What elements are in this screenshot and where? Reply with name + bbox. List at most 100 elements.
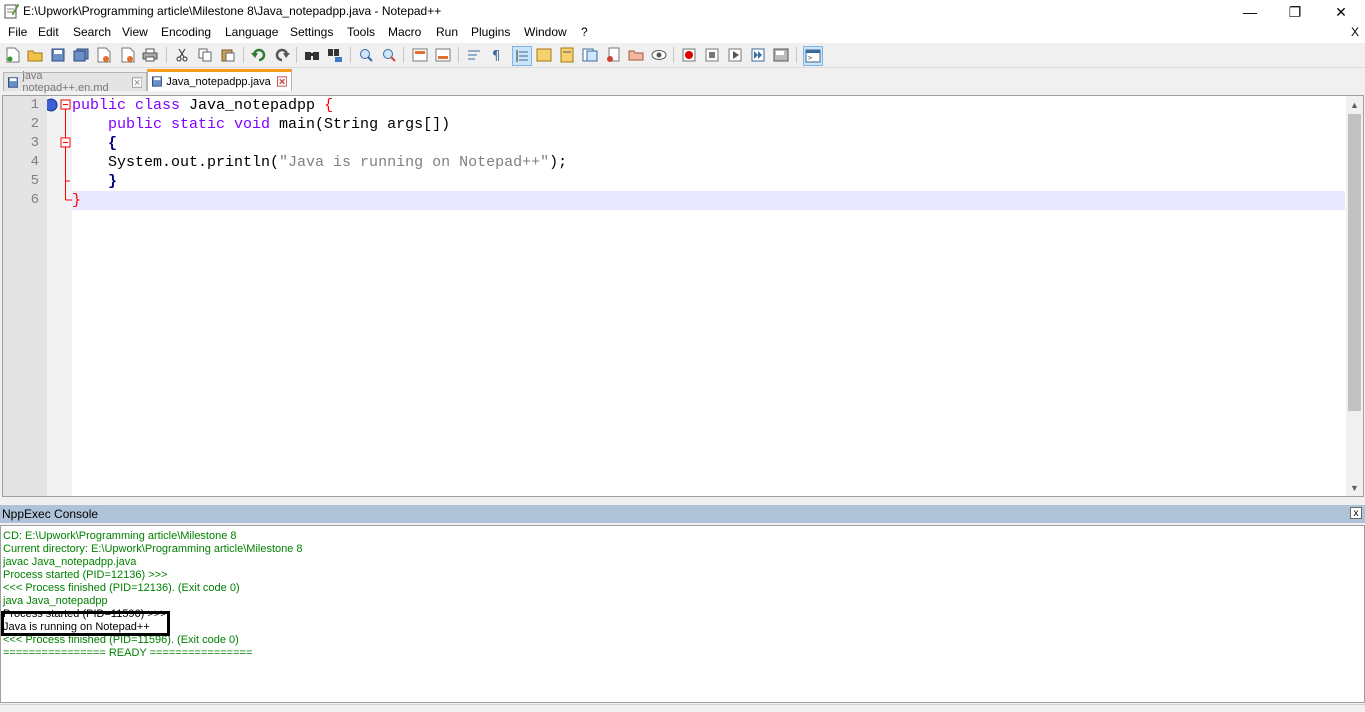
console-header: NppExec Console x [0, 505, 1365, 523]
toolbar-separator [243, 47, 244, 63]
line-number: 1 [31, 96, 39, 115]
menu-file[interactable]: File [8, 25, 27, 39]
menu-help[interactable]: ? [581, 25, 588, 39]
menu-window[interactable]: Window [524, 25, 567, 39]
toolbar: ¶ >_ [0, 43, 1365, 68]
menu-encoding[interactable]: Encoding [161, 25, 211, 39]
record-macro-icon[interactable] [680, 46, 698, 64]
run-macro-multiple-icon[interactable] [749, 46, 767, 64]
print-icon[interactable] [141, 46, 159, 64]
scrollbar-thumb[interactable] [1348, 114, 1361, 411]
close-all-icon[interactable] [118, 46, 136, 64]
menu-settings[interactable]: Settings [290, 25, 333, 39]
output-highlight-box [1, 611, 170, 636]
line-number-gutter: 1 2 3 4 5 6 [3, 96, 47, 496]
line-number: 3 [31, 134, 39, 153]
replace-icon[interactable] [326, 46, 344, 64]
keyword-token: public class [72, 97, 180, 114]
minimize-button[interactable]: — [1227, 0, 1273, 24]
undo-icon[interactable] [250, 46, 268, 64]
close-icon[interactable] [95, 46, 113, 64]
stop-macro-icon[interactable] [703, 46, 721, 64]
tab-java-notepad-md[interactable]: java notepad++.en.md [3, 72, 147, 91]
show-all-chars-icon[interactable]: ¶ [488, 46, 506, 64]
redo-icon[interactable] [273, 46, 291, 64]
cut-icon[interactable] [173, 46, 191, 64]
line-number: 2 [31, 115, 39, 134]
scroll-up-icon[interactable]: ▲ [1346, 96, 1363, 113]
toolbar-separator [458, 47, 459, 63]
udl-icon[interactable] [535, 46, 553, 64]
console-toggle-icon[interactable]: >_ [803, 46, 823, 66]
line-number: 5 [31, 172, 39, 191]
indent-guide-icon[interactable] [512, 46, 532, 66]
menu-tools[interactable]: Tools [347, 25, 375, 39]
code-line: System.out.println("Java is running on N… [72, 153, 1345, 172]
nppexec-console-output[interactable]: CD: E:\Upwork\Programming article\Milest… [0, 525, 1365, 703]
tab-bar: java notepad++.en.md Java_notepadpp.java [0, 68, 1365, 92]
function-list-icon[interactable] [581, 46, 599, 64]
sync-v-icon[interactable] [411, 46, 429, 64]
folder-icon[interactable] [627, 46, 645, 64]
code-area[interactable]: public class Java_notepadpp { public sta… [72, 96, 1345, 496]
copy-icon[interactable] [196, 46, 214, 64]
tab-java-notepadpp-java[interactable]: Java_notepadpp.java [147, 69, 292, 91]
toolbar-separator [350, 47, 351, 63]
code-line: { [72, 134, 1345, 153]
bookmark-icon [47, 99, 57, 111]
menu-run[interactable]: Run [436, 25, 458, 39]
menu-edit[interactable]: Edit [38, 25, 59, 39]
menu-plugins[interactable]: Plugins [471, 25, 510, 39]
code-line: public static void main(String args[]) [72, 115, 1345, 134]
console-line: javac Java_notepadpp.java [3, 556, 136, 569]
save-icon[interactable] [49, 46, 67, 64]
play-macro-icon[interactable] [726, 46, 744, 64]
console-line: Current directory: E:\Upwork\Programming… [3, 543, 303, 556]
toolbar-separator [403, 47, 404, 63]
code-editor[interactable]: 1 2 3 4 5 6 public class Java_notepadpp … [2, 95, 1364, 497]
menu-search[interactable]: Search [73, 25, 111, 39]
zoom-out-icon[interactable] [380, 46, 398, 64]
tab-close-icon[interactable] [132, 77, 142, 88]
save-macro-icon[interactable] [772, 46, 790, 64]
console-line: CD: E:\Upwork\Programming article\Milest… [3, 530, 237, 543]
save-status-icon [152, 76, 162, 87]
zoom-in-icon[interactable] [357, 46, 375, 64]
restore-icon: ❐ [1289, 4, 1302, 21]
folder-workspace-icon[interactable] [604, 46, 622, 64]
monitor-icon[interactable] [650, 46, 668, 64]
console-line: java Java_notepadpp [3, 595, 108, 608]
paste-icon[interactable] [219, 46, 237, 64]
editor-vertical-scrollbar[interactable]: ▲ ▼ [1346, 96, 1363, 496]
open-file-icon[interactable] [26, 46, 44, 64]
word-wrap-icon[interactable] [465, 46, 483, 64]
tab-label: Java_notepadpp.java [166, 76, 271, 88]
code-line: public class Java_notepadpp { [72, 96, 1345, 115]
menu-macro[interactable]: Macro [388, 25, 421, 39]
save-all-icon[interactable] [72, 46, 90, 64]
restore-button[interactable]: ❐ [1272, 0, 1318, 24]
menu-language[interactable]: Language [225, 25, 278, 39]
tab-close-icon[interactable] [277, 76, 287, 87]
find-icon[interactable] [303, 46, 321, 64]
scroll-down-icon[interactable]: ▼ [1346, 479, 1363, 496]
close-window-button[interactable]: ✕ [1318, 0, 1364, 24]
svg-text:>_: >_ [808, 54, 817, 62]
notepadpp-app-icon [3, 3, 19, 19]
menu-view[interactable]: View [122, 25, 148, 39]
console-line: <<< Process finished (PID=12136). (Exit … [3, 582, 240, 595]
minimize-icon: — [1243, 4, 1257, 20]
doc-map-icon[interactable] [558, 46, 576, 64]
console-close-icon[interactable]: x [1350, 507, 1362, 519]
sync-h-icon[interactable] [434, 46, 452, 64]
title-bar: E:\Upwork\Programming article\Milestone … [0, 0, 1365, 24]
keyword-token: public static void [108, 116, 270, 133]
line-number: 6 [31, 191, 39, 210]
toolbar-separator [673, 47, 674, 63]
toolbar-separator [296, 47, 297, 63]
close-document-button[interactable]: X [1351, 25, 1359, 39]
toolbar-separator [166, 47, 167, 63]
toolbar-separator [796, 47, 797, 63]
new-file-icon[interactable] [4, 46, 22, 64]
tab-label: java notepad++.en.md [22, 70, 125, 94]
